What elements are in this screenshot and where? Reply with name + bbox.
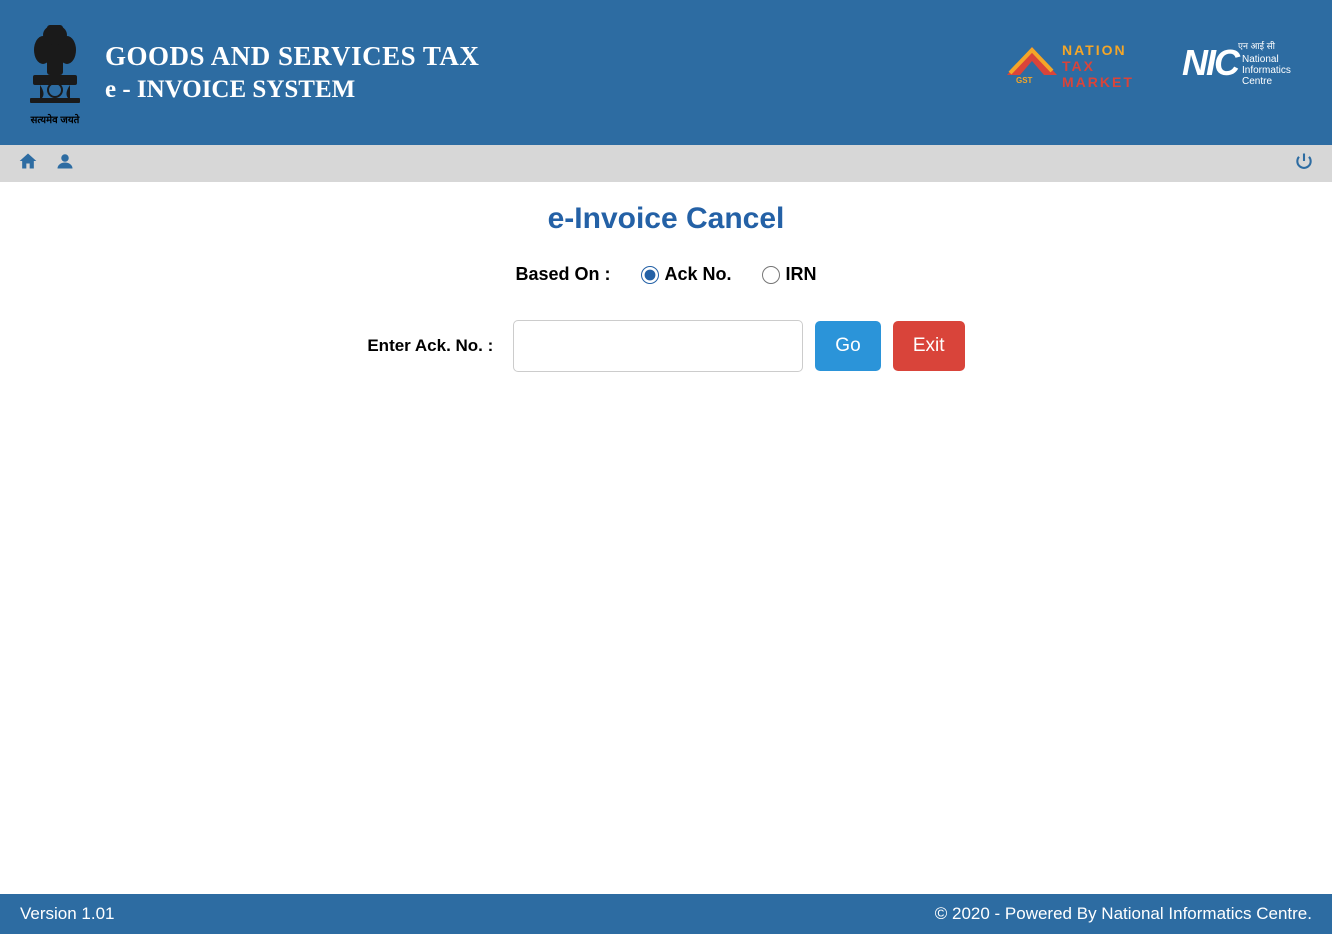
ack-no-input[interactable] — [513, 320, 803, 372]
ack-no-label: Enter Ack. No. : — [367, 336, 493, 356]
exit-button[interactable]: Exit — [893, 321, 965, 371]
based-on-label: Based On : — [515, 264, 610, 285]
app-title-line1: GOODS AND SERVICES TAX — [105, 41, 479, 72]
radio-irn-input[interactable] — [762, 266, 780, 284]
radio-ack-no-input[interactable] — [641, 266, 659, 284]
header-logos: GST NATION TAX MARKET NIC एन आई सी Natio… — [1002, 35, 1312, 90]
input-row: Enter Ack. No. : Go Exit — [20, 320, 1312, 372]
radio-ack-no-label: Ack No. — [665, 264, 732, 285]
svg-text:NATION: NATION — [1062, 42, 1127, 58]
nic-abbrev: NIC — [1182, 42, 1238, 84]
footer: Version 1.01 © 2020 - Powered By Nationa… — [0, 894, 1332, 934]
nic-full-3: Centre — [1242, 76, 1291, 87]
nic-hindi: एन आई सी — [1238, 39, 1291, 52]
toolbar — [0, 145, 1332, 182]
svg-text:GST: GST — [1016, 76, 1033, 85]
nic-full-1: National — [1242, 54, 1291, 65]
footer-copyright: © 2020 - Powered By National Informatics… — [935, 904, 1312, 924]
emblem-caption: सत्यमेव जयते — [31, 112, 80, 126]
ashoka-emblem-icon — [25, 20, 85, 110]
go-button[interactable]: Go — [815, 321, 880, 371]
page-title: e-Invoice Cancel — [20, 202, 1312, 236]
nic-full-2: Informatics — [1242, 65, 1291, 76]
app-header: सत्यमेव जयते GOODS AND SERVICES TAX e - … — [0, 0, 1332, 145]
svg-text:MARKET: MARKET — [1062, 74, 1134, 90]
power-icon[interactable] — [1294, 154, 1314, 176]
svg-text:TAX: TAX — [1062, 58, 1095, 74]
national-emblem: सत्यमेव जयते — [20, 13, 90, 133]
user-icon[interactable] — [56, 151, 74, 177]
footer-version: Version 1.01 — [20, 904, 115, 924]
nic-logo: NIC एन आई सी National Informatics Centre — [1182, 35, 1312, 90]
main-content: e-Invoice Cancel Based On : Ack No. IRN … — [0, 182, 1332, 894]
gst-nation-logo: GST NATION TAX MARKET — [1002, 35, 1172, 90]
based-on-row: Based On : Ack No. IRN — [20, 264, 1312, 285]
radio-ack-no[interactable]: Ack No. — [641, 264, 732, 285]
radio-irn-label: IRN — [786, 264, 817, 285]
home-icon[interactable] — [18, 151, 38, 177]
app-title-line2: e - INVOICE SYSTEM — [105, 76, 479, 104]
radio-irn[interactable]: IRN — [762, 264, 817, 285]
header-titles: GOODS AND SERVICES TAX e - INVOICE SYSTE… — [105, 41, 479, 104]
